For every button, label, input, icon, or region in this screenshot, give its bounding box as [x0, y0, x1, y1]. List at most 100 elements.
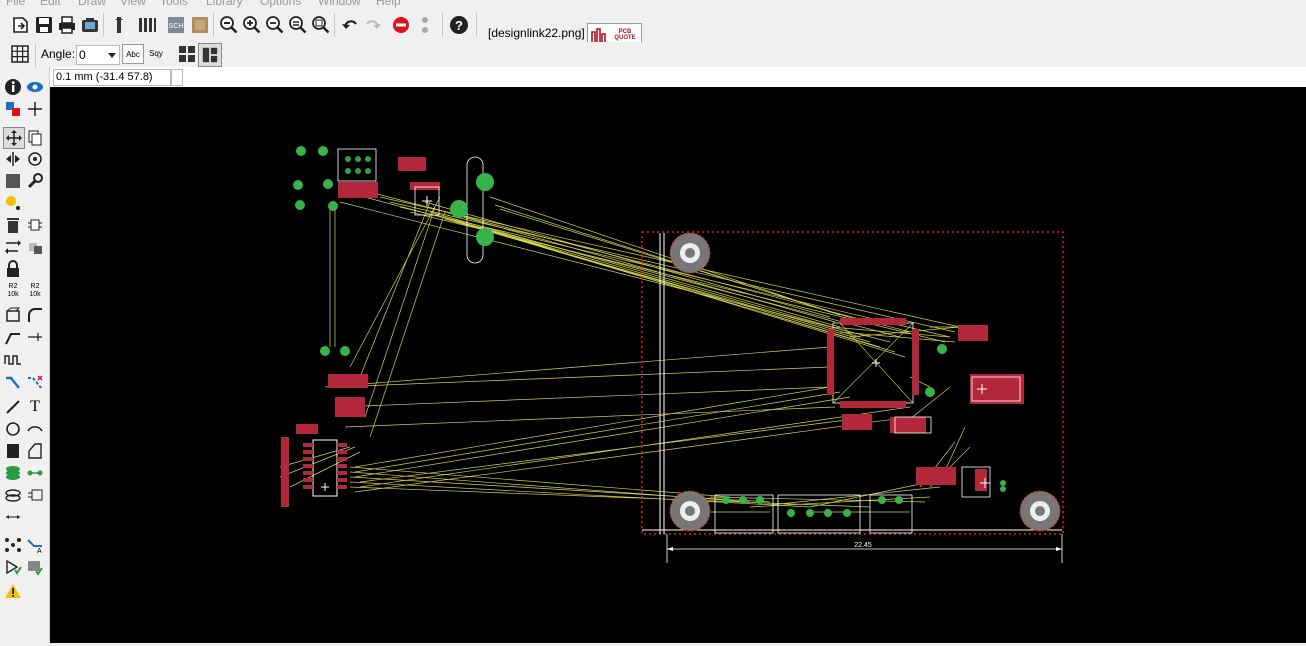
mirror-icon[interactable]	[3, 149, 23, 169]
text-tool-label: T	[30, 398, 40, 415]
menu-view[interactable]: View	[120, 0, 146, 8]
add-icon[interactable]	[25, 215, 45, 235]
redo-icon[interactable]	[362, 14, 384, 36]
schematic-icon[interactable]: SCH	[165, 14, 187, 36]
signal-icon[interactable]	[25, 463, 45, 483]
script-icon[interactable]	[108, 14, 130, 36]
erc-icon[interactable]	[3, 557, 23, 577]
main-toolbar: SCH ? [designlink22.png] PCB QUOTE	[0, 8, 1306, 47]
dimension-label: 22.45	[854, 542, 872, 549]
angle-label: Angle:	[41, 47, 76, 61]
pcb-quote-line2: QUOTE	[614, 35, 636, 41]
copy-icon[interactable]	[25, 127, 45, 147]
svg-text:?: ?	[455, 18, 463, 33]
show-icon[interactable]	[25, 77, 45, 97]
board-icon[interactable]	[189, 14, 211, 36]
cam-icon[interactable]	[79, 14, 101, 36]
wire-icon[interactable]	[3, 397, 23, 417]
change-icon[interactable]	[25, 171, 45, 191]
ic-dip	[303, 439, 347, 497]
miter-icon[interactable]	[25, 305, 45, 325]
lock-icon[interactable]	[3, 259, 23, 279]
name-tool[interactable]: R2 10k	[3, 281, 23, 301]
text-style-sqy-label: Sqy	[149, 48, 163, 58]
zoom-select-icon[interactable]	[310, 14, 332, 36]
chevron-down-icon	[108, 53, 116, 58]
undo-icon[interactable]	[339, 14, 361, 36]
svg-text:A: A	[37, 548, 42, 554]
zoom-fit-icon[interactable]	[218, 14, 240, 36]
replace-icon[interactable]	[25, 237, 45, 257]
svg-text:SCH: SCH	[169, 23, 184, 30]
text-tool[interactable]: T	[25, 397, 45, 417]
pcb-drawing: 22.45	[279, 146, 1064, 563]
text-style-abc-label: Abc	[126, 49, 140, 59]
arc-icon[interactable]	[25, 419, 45, 439]
via-icon[interactable]	[3, 463, 23, 483]
stop-icon[interactable]	[390, 14, 412, 36]
menu-options[interactable]: Options	[260, 0, 301, 8]
value-tool-label: R2	[30, 283, 40, 290]
info-icon[interactable]	[3, 77, 23, 97]
meander-icon[interactable]	[3, 349, 23, 369]
errors-icon[interactable]	[3, 581, 23, 601]
smash-icon[interactable]	[3, 305, 23, 325]
pinswap-icon[interactable]	[3, 237, 23, 257]
rotate-icon[interactable]	[25, 149, 45, 169]
dimension-icon[interactable]	[3, 507, 23, 527]
command-toolbox: R2 10k R2 10k T A	[0, 67, 50, 643]
ripup-icon[interactable]	[25, 371, 45, 391]
zoom-in-icon[interactable]	[241, 14, 263, 36]
coordinate-readout: 0.1 mm (-31.4 57.8)	[53, 69, 171, 86]
split-icon[interactable]	[3, 327, 23, 347]
print-icon[interactable]	[56, 14, 78, 36]
layout-split-icon[interactable]	[198, 43, 222, 67]
group-icon[interactable]	[3, 171, 23, 191]
rect-icon[interactable]	[3, 441, 23, 461]
menu-tools[interactable]: Tools	[160, 0, 188, 8]
menu-library[interactable]: Library	[206, 0, 243, 8]
delete-icon[interactable]	[3, 215, 23, 235]
paste-icon[interactable]	[3, 193, 23, 213]
name-tool-label: R2	[8, 283, 18, 290]
angle-value: 0	[79, 48, 86, 62]
board-canvas[interactable]: 22.45	[50, 87, 1306, 643]
open-icon[interactable]	[10, 14, 32, 36]
text-style-abc-button[interactable]: Abc	[122, 44, 144, 64]
menu-bar: File Edit Draw View Tools Library Option…	[0, 0, 1306, 8]
coordinate-bar: 0.1 mm (-31.4 57.8)	[50, 67, 1306, 88]
filename-label: [designlink22.png]	[488, 26, 585, 40]
menu-edit[interactable]: Edit	[40, 0, 61, 8]
ulp-icon[interactable]	[136, 14, 158, 36]
save-icon[interactable]	[33, 14, 55, 36]
go-icon[interactable]	[414, 14, 436, 36]
angle-select[interactable]: 0	[76, 45, 120, 65]
hole-icon[interactable]	[3, 485, 23, 505]
circle-icon[interactable]	[3, 419, 23, 439]
ratsnest-icon[interactable]	[3, 535, 23, 555]
name-tool-sub: 10k	[7, 291, 19, 298]
smd-icon[interactable]	[25, 485, 45, 505]
polygon-icon[interactable]	[25, 441, 45, 461]
value-tool[interactable]: R2 10k	[25, 281, 45, 301]
optimize-icon[interactable]	[25, 327, 45, 347]
drc-icon[interactable]	[25, 557, 45, 577]
grid-icon[interactable]	[9, 43, 31, 65]
value-tool-sub: 10k	[29, 291, 41, 298]
text-style-sqy-button[interactable]: Sqy	[146, 44, 166, 62]
layout-grid-icon[interactable]	[176, 43, 198, 65]
menu-help[interactable]: Help	[376, 0, 401, 8]
help-icon[interactable]: ?	[448, 14, 470, 36]
zoom-redraw-icon[interactable]	[287, 14, 309, 36]
zoom-out-icon[interactable]	[264, 14, 286, 36]
menu-draw[interactable]: Draw	[78, 0, 106, 8]
mark-icon[interactable]	[25, 99, 45, 119]
command-line-toggle[interactable]	[171, 69, 183, 86]
menu-window[interactable]: Window	[318, 0, 361, 8]
route-icon[interactable]	[3, 371, 23, 391]
move-icon[interactable]	[3, 127, 25, 149]
menu-file[interactable]: File	[6, 0, 25, 8]
autorouter-icon[interactable]: A	[25, 535, 45, 555]
display-icon[interactable]	[3, 99, 23, 119]
component-pads	[345, 156, 371, 174]
